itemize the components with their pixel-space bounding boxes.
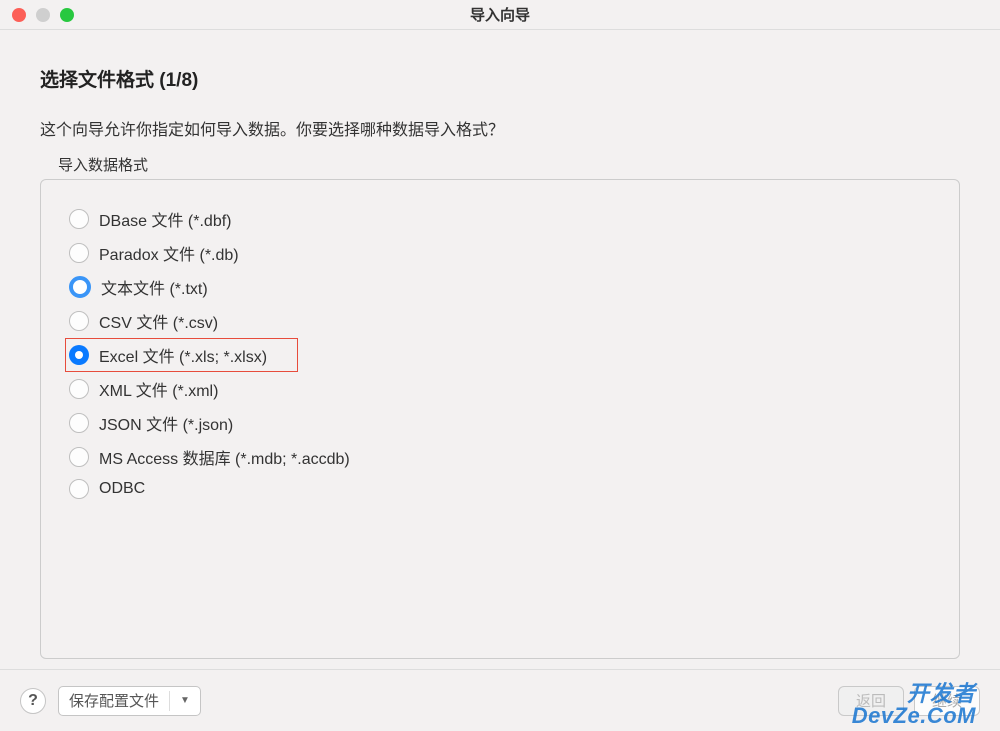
footer: ? 保存配置文件 ▼ 返回 继续 开发者 DevZe.CoM bbox=[0, 669, 1000, 731]
format-option-label: MS Access 数据库 (*.mdb; *.accdb) bbox=[99, 445, 350, 469]
continue-button[interactable]: 继续 bbox=[914, 686, 980, 716]
format-option-label: ODBC bbox=[99, 480, 145, 498]
format-option[interactable]: Paradox 文件 (*.db) bbox=[65, 236, 243, 270]
page-description: 这个向导允许你指定如何导入数据。你要选择哪种数据导入格式？ bbox=[40, 116, 960, 140]
format-option[interactable]: XML 文件 (*.xml) bbox=[65, 372, 222, 406]
maximize-window-button[interactable] bbox=[60, 8, 74, 22]
footer-nav: 返回 继续 bbox=[838, 686, 980, 716]
radio-icon bbox=[69, 311, 89, 331]
radio-icon bbox=[69, 243, 89, 263]
titlebar: 导入向导 bbox=[0, 0, 1000, 30]
format-option-label: 文本文件 (*.txt) bbox=[101, 275, 208, 299]
format-option[interactable]: JSON 文件 (*.json) bbox=[65, 406, 237, 440]
format-option[interactable]: 文本文件 (*.txt) bbox=[65, 270, 212, 304]
radio-icon bbox=[69, 379, 89, 399]
divider bbox=[169, 691, 170, 711]
radio-icon bbox=[69, 209, 89, 229]
format-option-label: Paradox 文件 (*.db) bbox=[99, 241, 239, 265]
radio-icon bbox=[69, 413, 89, 433]
format-option[interactable]: ODBC bbox=[65, 474, 149, 504]
window-title: 导入向导 bbox=[470, 4, 530, 25]
help-button[interactable]: ? bbox=[20, 688, 46, 714]
save-config-dropdown[interactable]: 保存配置文件 ▼ bbox=[58, 686, 201, 716]
minimize-window-button[interactable] bbox=[36, 8, 50, 22]
radio-icon bbox=[69, 276, 91, 298]
content-area: 选择文件格式 (1/8) 这个向导允许你指定如何导入数据。你要选择哪种数据导入格… bbox=[0, 30, 1000, 669]
radio-icon bbox=[69, 345, 89, 365]
group-label: 导入数据格式 bbox=[58, 154, 960, 175]
close-window-button[interactable] bbox=[12, 8, 26, 22]
radio-icon bbox=[69, 479, 89, 499]
page-heading: 选择文件格式 (1/8) bbox=[40, 65, 960, 92]
format-option-label: XML 文件 (*.xml) bbox=[99, 377, 218, 401]
format-option[interactable]: MS Access 数据库 (*.mdb; *.accdb) bbox=[65, 440, 354, 474]
format-option-label: DBase 文件 (*.dbf) bbox=[99, 207, 232, 231]
back-button[interactable]: 返回 bbox=[838, 686, 904, 716]
format-option-label: JSON 文件 (*.json) bbox=[99, 411, 233, 435]
chevron-down-icon: ▼ bbox=[180, 695, 190, 706]
format-option[interactable]: Excel 文件 (*.xls; *.xlsx) bbox=[65, 338, 298, 372]
radio-icon bbox=[69, 447, 89, 467]
format-option[interactable]: DBase 文件 (*.dbf) bbox=[65, 202, 236, 236]
traffic-lights bbox=[12, 8, 74, 22]
format-option-label: CSV 文件 (*.csv) bbox=[99, 309, 218, 333]
format-option-label: Excel 文件 (*.xls; *.xlsx) bbox=[99, 343, 267, 367]
format-option[interactable]: CSV 文件 (*.csv) bbox=[65, 304, 222, 338]
format-options-group: DBase 文件 (*.dbf) Paradox 文件 (*.db) 文本文件 (*… bbox=[40, 179, 960, 659]
save-config-label: 保存配置文件 bbox=[69, 690, 159, 711]
